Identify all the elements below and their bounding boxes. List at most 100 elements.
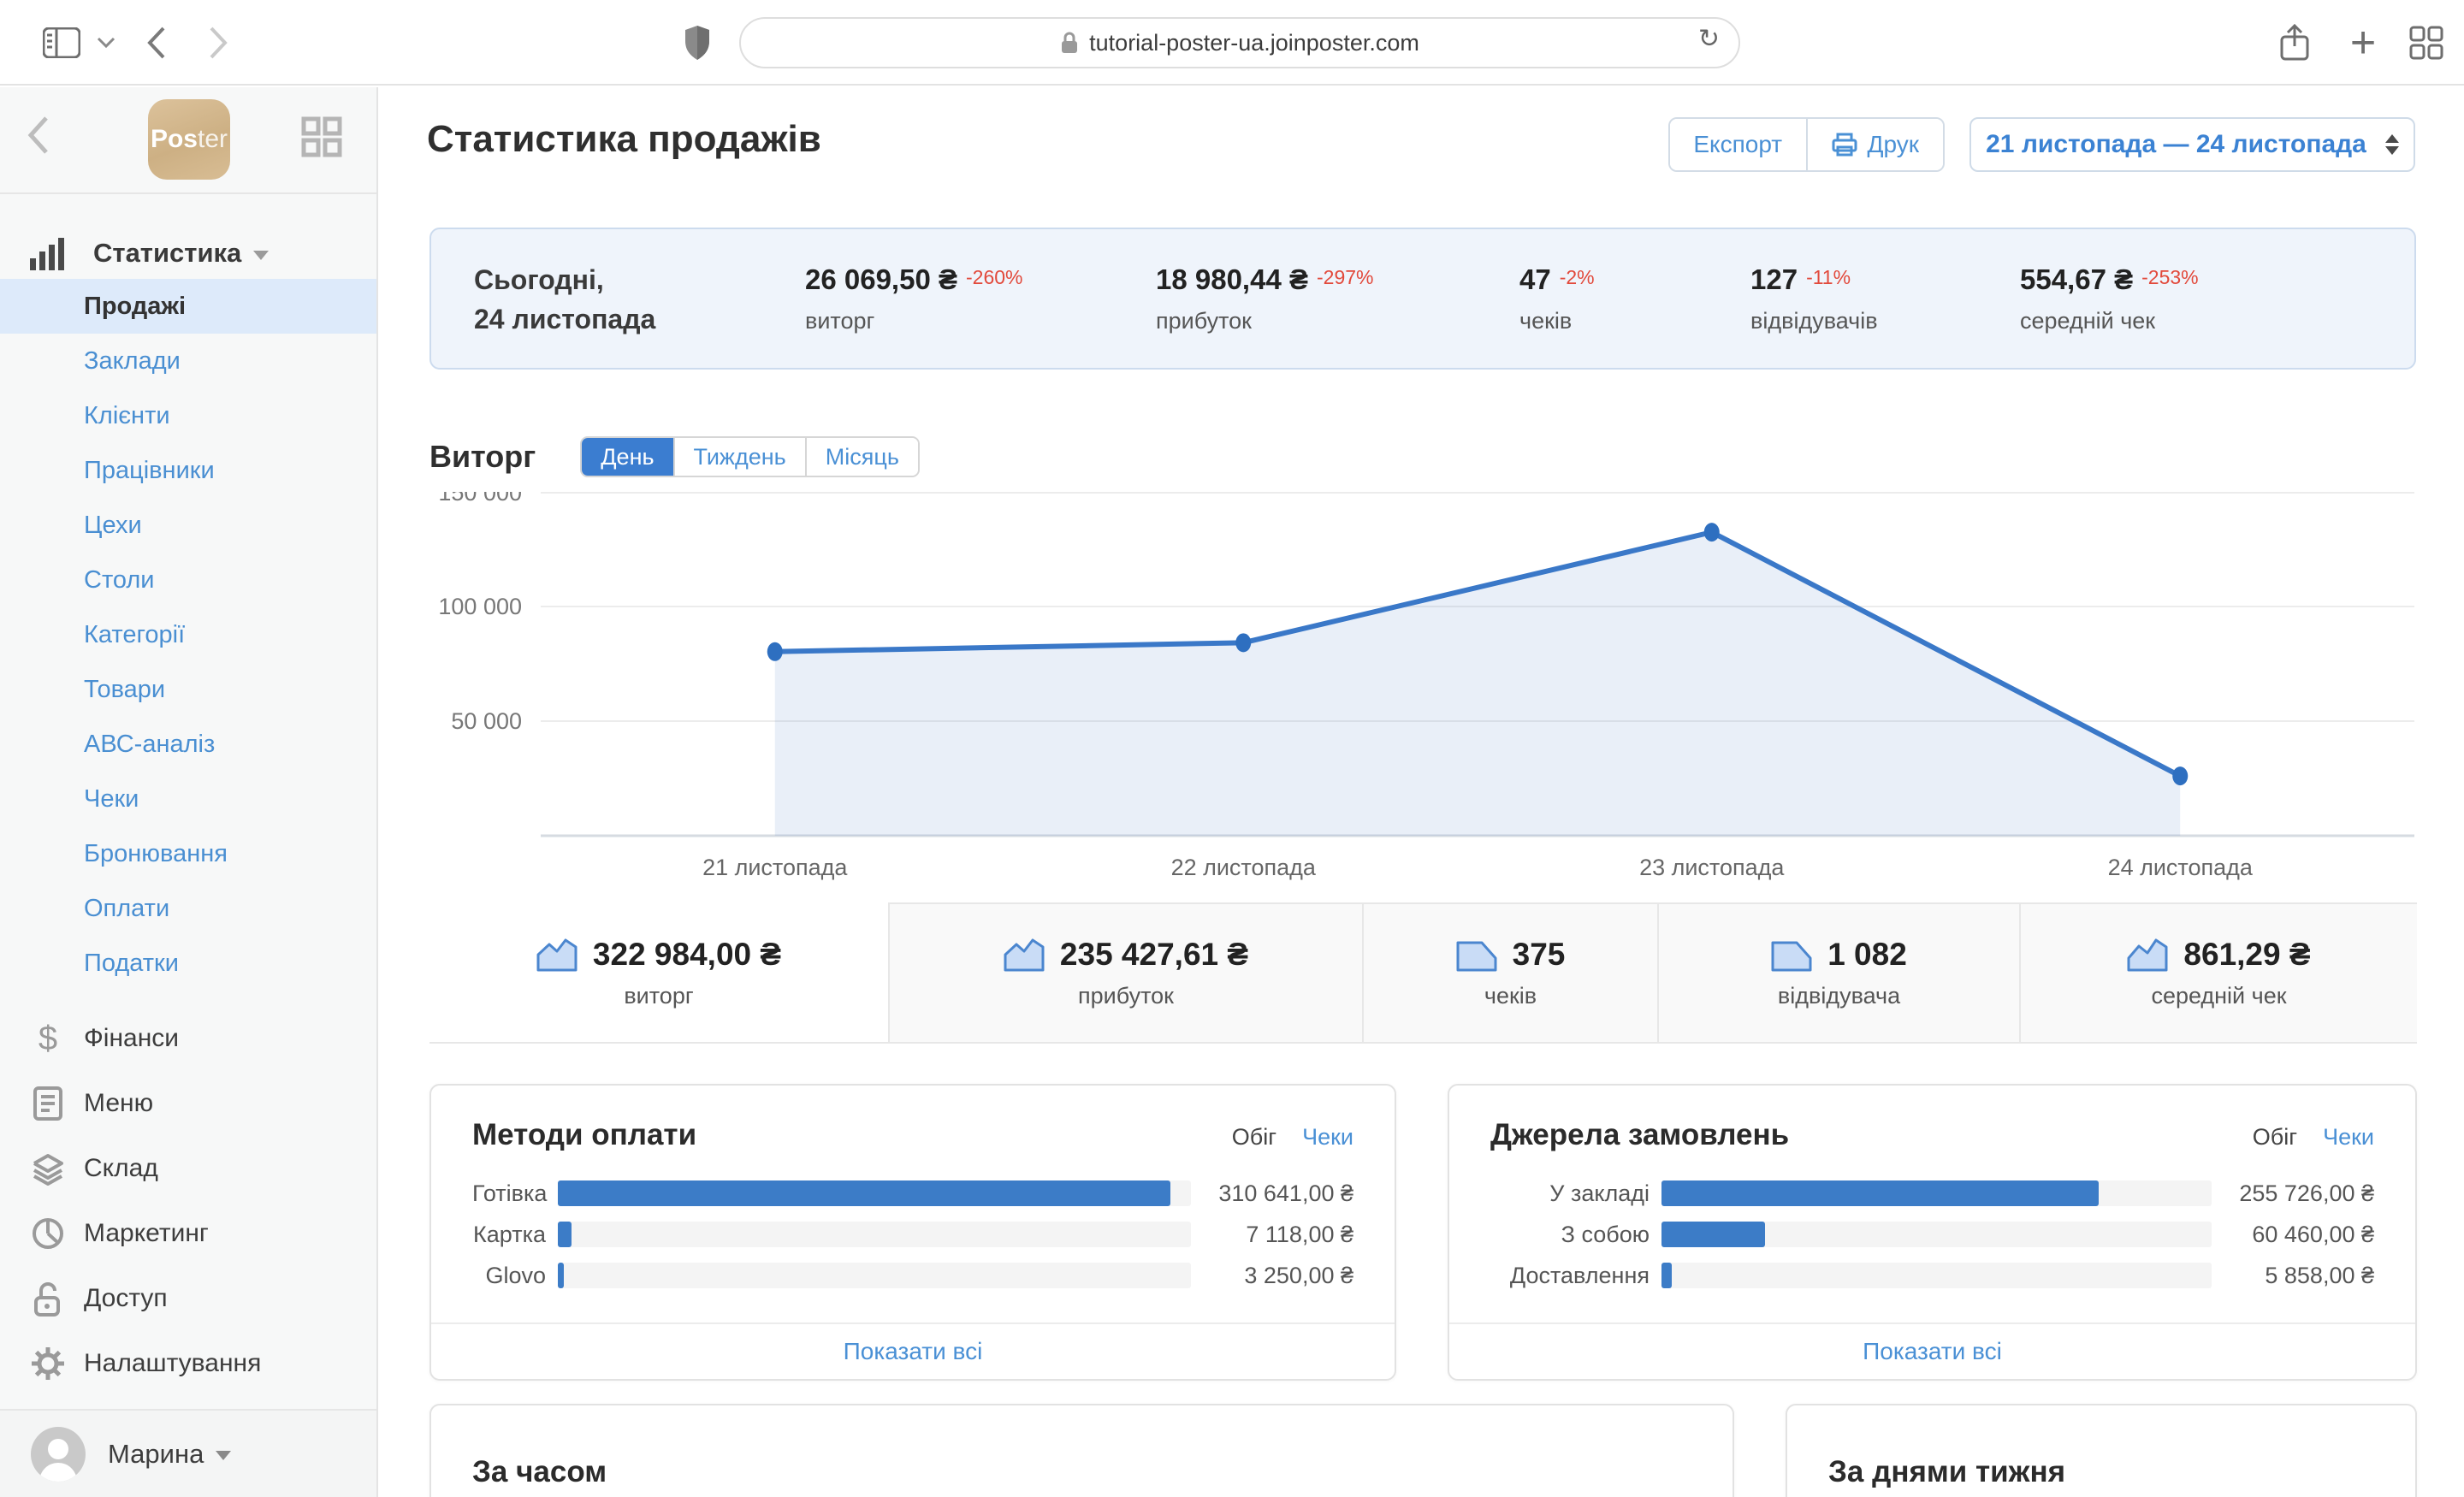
- chart-title: Виторг: [429, 439, 536, 475]
- bar-track: [558, 1222, 1191, 1247]
- document-icon: [29, 1086, 67, 1121]
- payment-row-glovo: Glovo 3 250,00 ₴: [472, 1255, 1353, 1296]
- sidebar-item-taxes[interactable]: Податки: [0, 936, 376, 991]
- bar-track: [558, 1263, 1191, 1288]
- sidebar-item-receipts[interactable]: Чеки: [0, 772, 376, 826]
- bar-fill: [1661, 1180, 2099, 1206]
- sidebar-item-statistics[interactable]: Статистика: [0, 228, 376, 278]
- sidebar-item-access[interactable]: Доступ: [0, 1266, 376, 1331]
- svg-text:50 000: 50 000: [451, 708, 522, 734]
- payment-row-cash: Готівка 310 641,00 ₴: [472, 1173, 1353, 1214]
- unlock-icon: [29, 1281, 67, 1317]
- privacy-shield-icon[interactable]: [676, 0, 719, 86]
- pie-chart-icon: [29, 1216, 67, 1251]
- tab-receipts[interactable]: Чеки: [2323, 1124, 2374, 1151]
- user-menu[interactable]: Марина: [0, 1409, 376, 1497]
- svg-text:21 листопада: 21 листопада: [702, 855, 848, 880]
- payment-methods-panel: Методи оплати Обіг Чеки Готівка 310 641,…: [429, 1084, 1396, 1381]
- avatar: [31, 1427, 86, 1482]
- sidebar-item-stock[interactable]: Склад: [0, 1136, 376, 1201]
- bar-track: [1661, 1180, 2212, 1206]
- print-button[interactable]: Друк: [1806, 119, 1944, 170]
- bar-chart-icon: [28, 234, 66, 272]
- sidebar-toggle-icon[interactable]: [36, 0, 87, 86]
- total-visitors-tile[interactable]: 1 082 відвідувача: [1657, 902, 2019, 1042]
- select-arrows-icon: [2385, 134, 2399, 155]
- caret-down-icon: [253, 251, 269, 260]
- apps-grid-icon[interactable]: [301, 116, 342, 157]
- period-totals-row: 322 984,00 ₴ виторг 235 427,61 ₴ прибуто…: [429, 902, 2417, 1044]
- sidebar-item-sales[interactable]: Продажі: [0, 279, 376, 334]
- area-chart-icon: [536, 938, 578, 972]
- sidebar-item-employees[interactable]: Працівники: [0, 443, 376, 498]
- svg-text:100 000: 100 000: [438, 594, 522, 619]
- page-title: Статистика продажів: [427, 118, 821, 161]
- sidebar-item-products[interactable]: Товари: [0, 662, 376, 717]
- sidebar-item-workshops[interactable]: Цехи: [0, 498, 376, 553]
- delta-badge: -260%: [966, 266, 1022, 288]
- main-content: Статистика продажів Експорт Друк 21 лист…: [380, 87, 2464, 1497]
- stat-revenue: 26 069,50 ₴-260% виторг: [805, 263, 1022, 334]
- tab-day[interactable]: День: [582, 438, 672, 476]
- area-chart-icon: [1004, 938, 1045, 972]
- sidebar-item-payments[interactable]: Оплати: [0, 881, 376, 936]
- printer-icon: [1832, 133, 1857, 157]
- poster-logo[interactable]: Poster: [148, 99, 230, 180]
- sidebar-item-finance[interactable]: $ Фінанси: [0, 1006, 376, 1071]
- share-icon[interactable]: [2269, 0, 2320, 86]
- gear-icon: [29, 1346, 67, 1382]
- page: tutorial-poster-ua.joinposter.com ↻ + Po…: [0, 0, 2464, 1497]
- sidebar-item-settings[interactable]: Налаштування: [0, 1331, 376, 1396]
- show-all-link[interactable]: Показати всі: [1449, 1322, 2415, 1379]
- back-icon[interactable]: [135, 0, 178, 86]
- sidebar-item-tables[interactable]: Столи: [0, 553, 376, 607]
- delta-badge: -11%: [1806, 266, 1851, 288]
- collapse-sidebar-icon[interactable]: [26, 115, 50, 156]
- area-chart-icon: [1771, 938, 1812, 972]
- app: Poster Статистика Продажі Заклади Клієнт…: [0, 87, 2464, 1497]
- sidebar-item-menu[interactable]: Меню: [0, 1071, 376, 1136]
- period-segmented-control: День Тиждень Місяць: [580, 436, 920, 477]
- sidebar-item-locations[interactable]: Заклади: [0, 334, 376, 388]
- tab-receipts[interactable]: Чеки: [1302, 1124, 1353, 1151]
- sidebar-header: Poster: [0, 87, 376, 194]
- tab-turnover[interactable]: Обіг: [2253, 1124, 2297, 1151]
- by-weekday-panel: За днями тижня: [1786, 1404, 2417, 1497]
- total-avg-receipt-tile[interactable]: 861,29 ₴ середній чек: [2019, 902, 2417, 1042]
- chart-header: Виторг День Тиждень Місяць: [429, 436, 920, 477]
- delta-badge: -253%: [2141, 266, 2198, 288]
- stat-avg-receipt: 554,67 ₴-253% середній чек: [2020, 263, 2199, 334]
- svg-text:22 листопада: 22 листопада: [1171, 855, 1317, 880]
- dollar-icon: $: [29, 1020, 67, 1058]
- sidebar-item-marketing[interactable]: Маркетинг: [0, 1201, 376, 1266]
- new-tab-icon[interactable]: +: [2337, 0, 2389, 86]
- export-button[interactable]: Експорт: [1670, 119, 1806, 170]
- total-revenue-tile[interactable]: 322 984,00 ₴ виторг: [429, 902, 888, 1042]
- svg-text:150 000: 150 000: [438, 492, 522, 506]
- reload-icon[interactable]: ↻: [1698, 24, 1720, 54]
- bar-track: [558, 1180, 1191, 1206]
- sidebar-item-categories[interactable]: Категорії: [0, 607, 376, 662]
- sidebar-item-label: Статистика: [93, 238, 241, 269]
- sidebar-item-clients[interactable]: Клієнти: [0, 388, 376, 443]
- total-receipts-tile[interactable]: 375 чеків: [1362, 902, 1657, 1042]
- tab-month[interactable]: Місяць: [805, 438, 918, 476]
- chevron-down-icon[interactable]: [91, 0, 121, 86]
- source-row-takeaway: З собою 60 460,00 ₴: [1490, 1214, 2374, 1255]
- tab-turnover[interactable]: Обіг: [1232, 1124, 1276, 1151]
- address-bar[interactable]: tutorial-poster-ua.joinposter.com ↻: [739, 17, 1740, 68]
- caret-down-icon: [216, 1451, 231, 1460]
- sidebar-item-reservations[interactable]: Бронювання: [0, 826, 376, 881]
- show-all-link[interactable]: Показати всі: [431, 1322, 1395, 1379]
- date-range-select[interactable]: 21 листопада — 24 листопада: [1969, 117, 2415, 172]
- source-row-inhouse: У закладі 255 726,00 ₴: [1490, 1173, 2374, 1214]
- sidebar-item-abc-analysis[interactable]: АВС-аналіз: [0, 717, 376, 772]
- forward-icon[interactable]: [197, 0, 240, 86]
- panel-title: За часом: [472, 1455, 607, 1489]
- total-profit-tile[interactable]: 235 427,61 ₴ прибуток: [888, 902, 1362, 1042]
- stat-profit: 18 980,44 ₴-297% прибуток: [1156, 263, 1373, 334]
- tab-overview-icon[interactable]: [2401, 0, 2452, 86]
- source-row-delivery: Доставлення 5 858,00 ₴: [1490, 1255, 2374, 1296]
- panel-title: Джерела замовлень: [1490, 1118, 1789, 1152]
- tab-week[interactable]: Тиждень: [673, 438, 805, 476]
